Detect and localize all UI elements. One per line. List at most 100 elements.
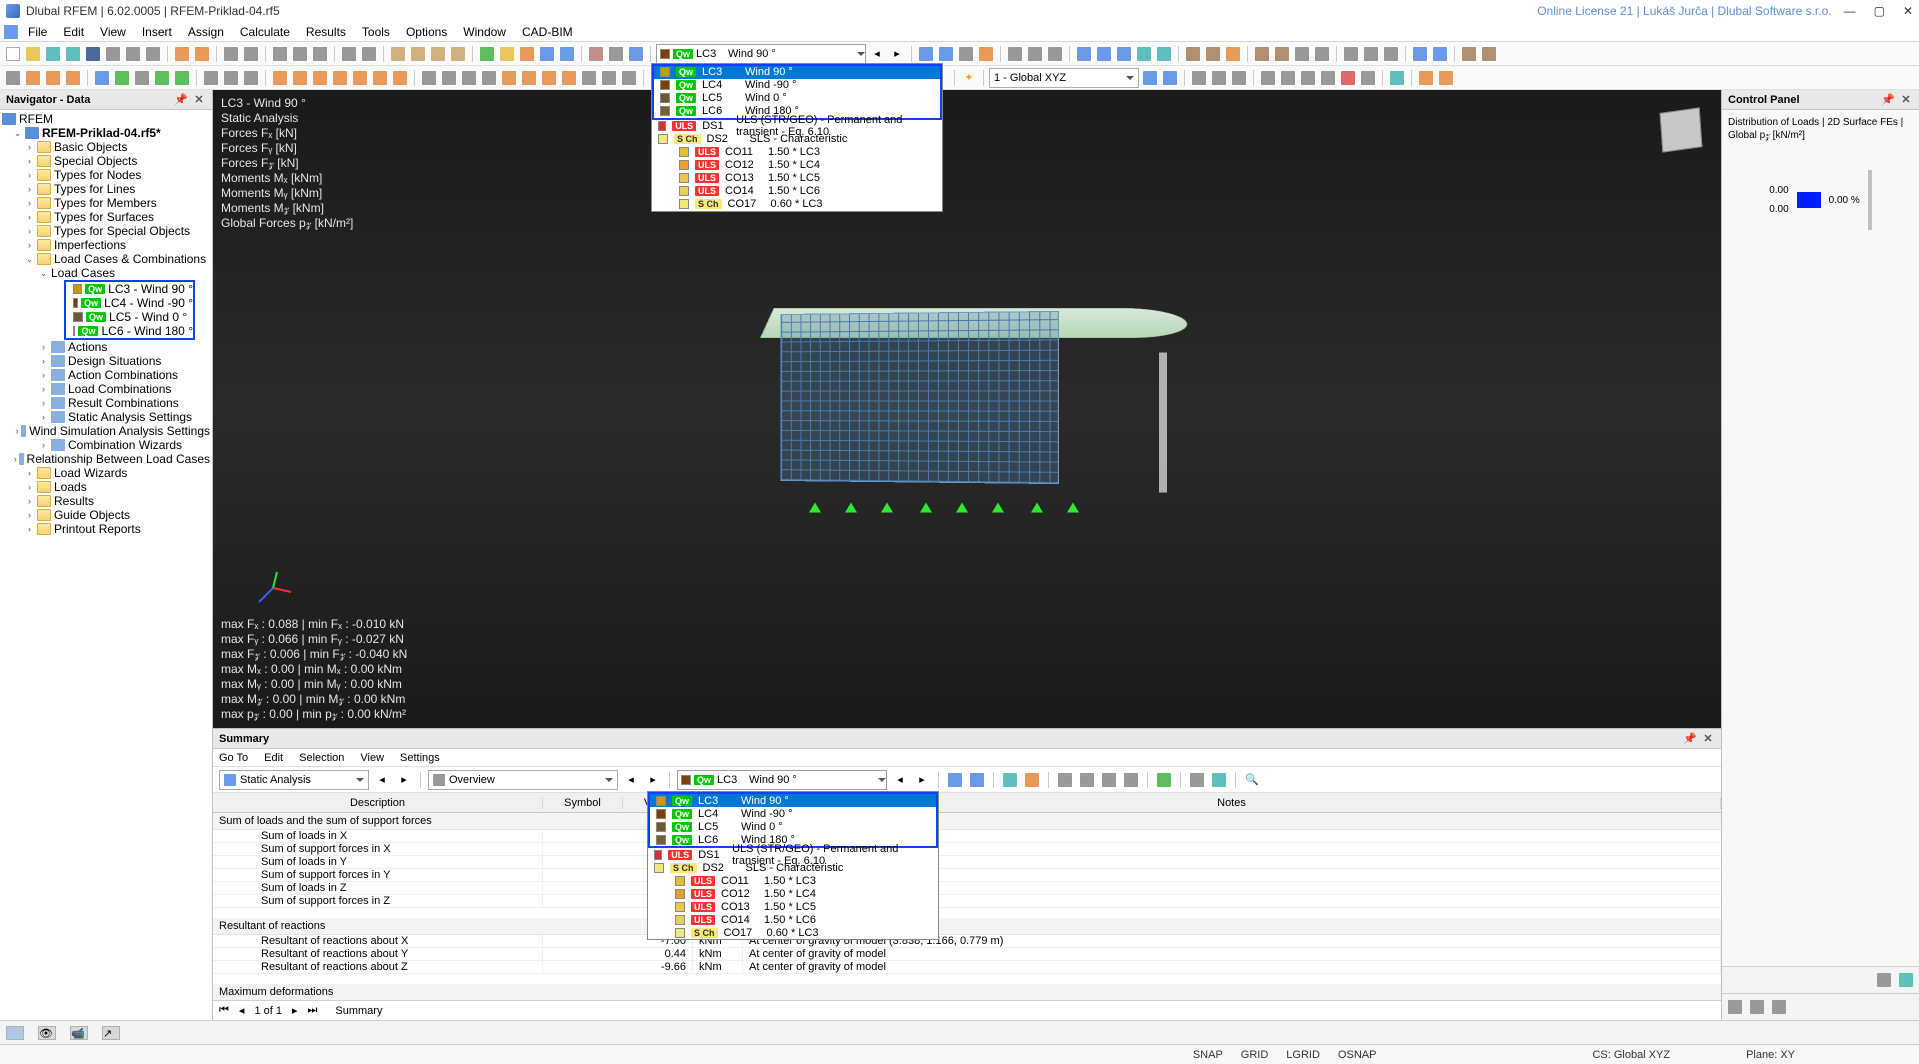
tb2-icon[interactable] [1417,69,1435,87]
tree-item[interactable]: ›Guide Objects [0,508,212,522]
tree-expand-icon[interactable]: › [24,156,35,167]
status-snap[interactable]: SNAP [1193,1049,1223,1061]
tb-view-icon[interactable] [222,45,240,63]
lc-option[interactable]: ULSCO131.50 * LC5 [652,172,942,185]
st-tb-icon[interactable] [1056,771,1074,789]
st-tb-icon[interactable] [1155,771,1173,789]
tb2-icon[interactable] [351,69,369,87]
tree-expand-icon[interactable]: › [38,398,49,409]
tb2-star-icon[interactable]: ✦ [960,69,978,87]
lc-option[interactable]: ULSCO131.50 * LC5 [648,900,938,913]
menu-results[interactable]: Results [298,23,354,41]
panel-close-button[interactable]: ✕ [1701,732,1715,746]
tb-align-icon[interactable] [340,45,358,63]
tree-expand-icon[interactable]: › [24,184,35,195]
close-button[interactable]: ✕ [1903,4,1913,18]
cp-ft-icon[interactable] [1897,971,1915,989]
tb-print-preview[interactable] [144,45,162,63]
tree-expand-icon[interactable]: › [14,454,18,465]
menu-assign[interactable]: Assign [180,23,232,41]
menu-cad-bim[interactable]: CAD-BIM [514,23,581,41]
cp-fb-icon[interactable] [1748,998,1766,1016]
cp-ft-icon[interactable] [1875,971,1893,989]
tb-refresh[interactable] [64,45,82,63]
tree-expand-icon[interactable]: › [24,212,35,223]
lc-option[interactable]: QwLC5Wind 0 ° [654,92,940,105]
tree-item[interactable]: ›Types for Members [0,196,212,210]
tb-grid-icon[interactable] [291,45,309,63]
maximize-button[interactable]: ▢ [1874,4,1885,18]
lc-option[interactable]: ULSCO141.50 * LC6 [648,913,938,926]
tb2-icon[interactable] [1388,69,1406,87]
tb-action-icon[interactable] [498,45,516,63]
tb2-icon[interactable] [133,69,151,87]
status-grid[interactable]: GRID [1241,1049,1269,1061]
tb2-icon[interactable] [93,69,111,87]
panel-pin-button[interactable]: 📌 [1683,732,1697,746]
lc-option[interactable]: ULSCO111.50 * LC3 [648,874,938,887]
summary-row[interactable]: Sum of support forces in Z-5.19kN [213,895,1721,908]
lc-option[interactable]: S ChCO170.60 * LC3 [648,926,938,939]
tb2-icon[interactable] [1339,69,1357,87]
status-lgrid[interactable]: LGRID [1286,1049,1320,1061]
tb[interactable] [1382,45,1400,63]
tb2-icon[interactable] [371,69,389,87]
tree-load-case[interactable]: QwLC4 - Wind -90 ° [66,296,193,310]
tree-item[interactable]: ›Types for Lines [0,182,212,196]
tree-item[interactable]: ›Load Wizards [0,466,212,480]
tree-load-case[interactable]: QwLC5 - Wind 0 ° [66,310,193,324]
overview-dropdown[interactable]: Overview [428,770,618,790]
tb2-icon[interactable] [1437,69,1455,87]
menu-view[interactable]: View [92,23,134,41]
summary-row[interactable]: Sum of loads in Y14.27kN [213,856,1721,869]
tree-expand-icon[interactable]: › [38,342,49,353]
st-tb-icon[interactable] [1100,771,1118,789]
st-tb-icon[interactable] [946,771,964,789]
tree-expand-icon[interactable]: › [24,496,35,507]
st-tb-icon[interactable] [1023,771,1041,789]
tb2-icon[interactable] [44,69,62,87]
menu-calculate[interactable]: Calculate [232,23,298,41]
tree-item[interactable]: ›Actions [0,340,212,354]
tree-expand-icon[interactable]: › [24,240,35,251]
tree-load-case[interactable]: QwLC3 - Wind 90 ° [66,282,193,296]
menu-edit[interactable]: Edit [55,23,92,41]
panel-close-button[interactable]: ✕ [1899,93,1913,107]
st-tb-icon[interactable] [1078,771,1096,789]
tb-tool-icon[interactable] [627,45,645,63]
tb[interactable] [1224,45,1242,63]
tb[interactable] [1155,45,1173,63]
tb[interactable] [1204,45,1222,63]
tb[interactable] [1460,45,1478,63]
st-prev[interactable]: ◂ [373,771,391,789]
st-prev2[interactable]: ◂ [622,771,640,789]
sm-edit[interactable]: Edit [264,752,283,764]
tb2-icon[interactable] [391,69,409,87]
tree-item[interactable]: ›Result Combinations [0,396,212,410]
lc-option[interactable]: S ChCO170.60 * LC3 [652,198,942,211]
lc-option[interactable]: ULSCO121.50 * LC4 [648,887,938,900]
bt-icon[interactable] [6,1026,24,1040]
tb[interactable] [957,45,975,63]
tree-expand-icon[interactable]: › [24,510,35,521]
tree-item[interactable]: ›Printout Reports [0,522,212,536]
tb[interactable] [1362,45,1380,63]
tb[interactable] [1480,45,1498,63]
view-cube-gizmo[interactable] [1653,102,1709,158]
st-tb-icon[interactable] [968,771,986,789]
panel-close-button[interactable]: ✕ [192,93,206,107]
sf-prev[interactable]: ◂ [239,1004,245,1017]
tree-expand-icon[interactable]: › [24,198,35,209]
lc-prev-button[interactable]: ◂ [868,45,886,63]
tree-item[interactable]: ›Wind Simulation Analysis Settings [0,424,212,438]
tree-expand-icon[interactable]: › [24,524,35,535]
cp-fb-icon[interactable] [1770,998,1788,1016]
tb-action-icon[interactable] [478,45,496,63]
tree-expand-icon[interactable]: › [24,482,35,493]
lc-option[interactable]: QwLC4Wind -90 ° [654,79,940,92]
tb-save-as[interactable] [104,45,122,63]
viewport-3d[interactable]: LC3 - Wind 90 °Static AnalysisForces Fₓ … [213,90,1721,728]
tb-render-icon[interactable] [449,45,467,63]
tb2-icon[interactable] [620,69,638,87]
sf-first[interactable]: ⏮ [219,1004,229,1017]
